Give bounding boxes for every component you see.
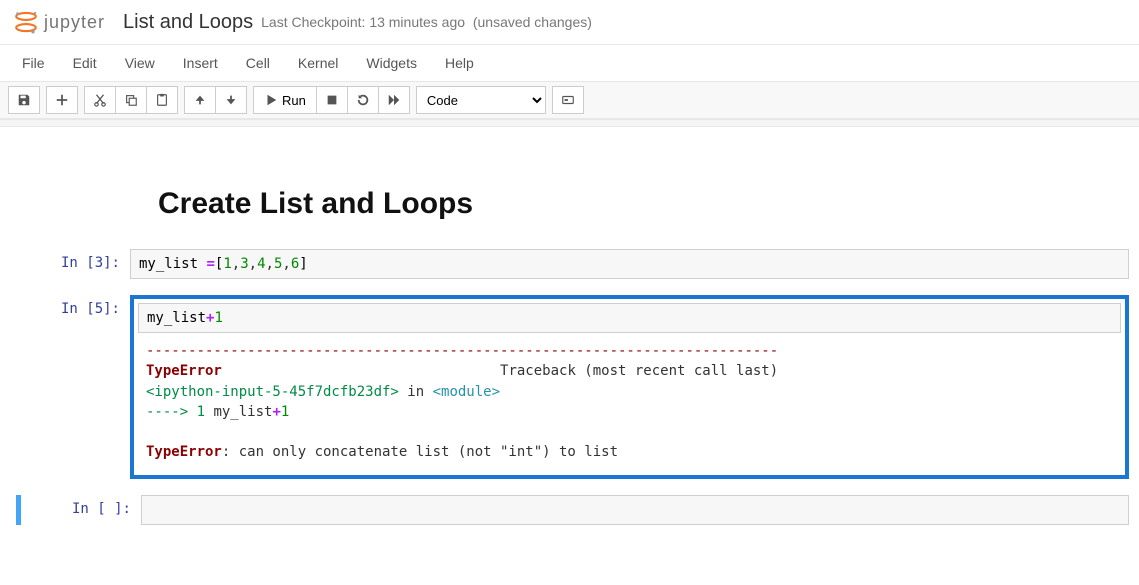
- jupyter-logo[interactable]: jupyter: [12, 8, 105, 36]
- markdown-cell[interactable]: Create List and Loops: [10, 187, 1129, 221]
- cut-button[interactable]: [84, 86, 116, 114]
- interrupt-button[interactable]: [317, 86, 348, 114]
- restart-run-all-button[interactable]: [379, 86, 410, 114]
- run-label: Run: [282, 93, 306, 108]
- play-icon: [264, 93, 278, 107]
- paste-button[interactable]: [147, 86, 178, 114]
- menubar: File Edit View Insert Cell Kernel Widget…: [0, 45, 1139, 82]
- menu-edit[interactable]: Edit: [59, 49, 111, 77]
- prompt-in-3: In [3]:: [10, 249, 130, 279]
- code-cell-1[interactable]: In [3]: my_list =[1,3,4,5,6]: [10, 249, 1129, 279]
- menu-file[interactable]: File: [8, 49, 59, 77]
- add-cell-button[interactable]: [46, 86, 78, 114]
- move-down-button[interactable]: [216, 86, 247, 114]
- menu-cell[interactable]: Cell: [232, 49, 284, 77]
- toolbar: Run Code: [0, 82, 1139, 119]
- code-cell-2[interactable]: In [5]: my_list+1 ----------------------…: [10, 295, 1129, 479]
- code-input-3[interactable]: [141, 495, 1129, 525]
- menu-insert[interactable]: Insert: [169, 49, 232, 77]
- cell-type-select[interactable]: Code: [416, 86, 546, 114]
- command-palette-button[interactable]: [552, 86, 584, 114]
- code-input-2[interactable]: my_list+1: [138, 303, 1121, 333]
- menu-widgets[interactable]: Widgets: [352, 49, 431, 77]
- logo-text: jupyter: [44, 12, 105, 33]
- menu-view[interactable]: View: [111, 49, 169, 77]
- menu-kernel[interactable]: Kernel: [284, 49, 352, 77]
- notebook-header: jupyter List and Loops Last Checkpoint: …: [0, 0, 1139, 45]
- notebook-area: Create List and Loops In [3]: my_list =[…: [0, 127, 1139, 561]
- prompt-in-empty: In [ ]:: [21, 495, 141, 525]
- notebook-title[interactable]: List and Loops: [123, 11, 253, 34]
- jupyter-icon: [12, 8, 40, 36]
- restart-button[interactable]: [348, 86, 379, 114]
- move-up-button[interactable]: [184, 86, 216, 114]
- divider: [0, 119, 1139, 127]
- code-cell-3-selected[interactable]: In [ ]:: [16, 495, 1129, 525]
- prompt-in-5: In [5]:: [10, 295, 130, 479]
- code-input-1[interactable]: my_list =[1,3,4,5,6]: [130, 249, 1129, 279]
- heading-create-list: Create List and Loops: [158, 187, 1129, 221]
- highlighted-cell-box: my_list+1 ------------------------------…: [130, 295, 1129, 479]
- error-output: ----------------------------------------…: [138, 333, 1121, 471]
- save-button[interactable]: [8, 86, 40, 114]
- copy-button[interactable]: [116, 86, 147, 114]
- checkpoint-text: Last Checkpoint: 13 minutes ago (unsaved…: [261, 14, 592, 30]
- menu-help[interactable]: Help: [431, 49, 488, 77]
- run-button[interactable]: Run: [253, 86, 317, 114]
